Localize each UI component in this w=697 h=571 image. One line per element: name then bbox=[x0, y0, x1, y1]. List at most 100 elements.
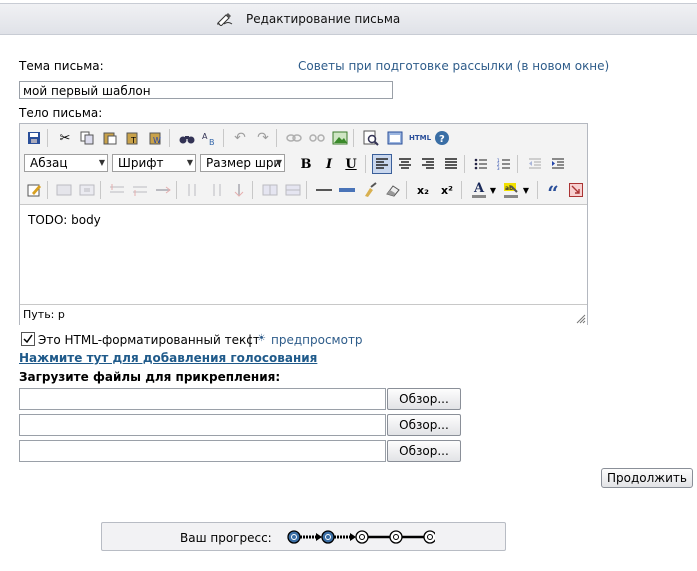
col-after-icon[interactable] bbox=[207, 181, 225, 199]
editor-toolbar: ✂ T W AB ↶ ↷ HTML ? Абзац ▼ Шрифт ▼ Размер… bbox=[20, 124, 587, 205]
undo-icon[interactable]: ↶ bbox=[231, 129, 249, 147]
element-path: Путь: p bbox=[23, 308, 65, 321]
browse-button-1[interactable]: Обзор... bbox=[387, 388, 461, 410]
subject-input[interactable]: мой первый шаблон bbox=[19, 81, 393, 99]
fullscreen-icon[interactable] bbox=[386, 129, 404, 147]
paste-text-icon[interactable]: T bbox=[124, 129, 142, 147]
toolbar-separator bbox=[276, 129, 277, 147]
help-icon[interactable]: ? bbox=[433, 129, 451, 147]
superscript-button[interactable]: x² bbox=[438, 181, 456, 199]
svg-text:T: T bbox=[130, 136, 136, 145]
chevron-down-icon[interactable]: ▼ bbox=[489, 181, 497, 199]
color-swatch bbox=[472, 195, 486, 198]
preview-link[interactable]: предпросмотр bbox=[271, 333, 363, 347]
html-source-button[interactable]: HTML bbox=[408, 129, 432, 147]
outdent-icon[interactable] bbox=[526, 155, 544, 173]
delete-row-icon[interactable] bbox=[154, 181, 172, 199]
image-icon[interactable] bbox=[331, 129, 349, 147]
bold-button[interactable]: B bbox=[297, 155, 315, 173]
font-select[interactable]: Шрифт ▼ bbox=[112, 154, 196, 172]
chevron-down-icon[interactable]: ▼ bbox=[522, 181, 530, 199]
progress-steps bbox=[287, 530, 435, 544]
size-select[interactable]: Размер шри ▼ bbox=[200, 154, 285, 172]
redo-icon[interactable]: ↷ bbox=[254, 129, 272, 147]
align-left-icon[interactable] bbox=[372, 154, 392, 174]
svg-text:A: A bbox=[202, 132, 208, 141]
insert-break-icon[interactable] bbox=[567, 181, 585, 199]
editor-body-text: TODO: body bbox=[28, 213, 101, 227]
page-title: Редактирование письма bbox=[246, 12, 401, 26]
progress-step-pending bbox=[355, 530, 369, 544]
size-select-value: Размер шри bbox=[206, 156, 282, 170]
chevron-down-icon: ▼ bbox=[186, 158, 193, 167]
continue-button[interactable]: Продолжить bbox=[601, 468, 693, 488]
file-input-1[interactable] bbox=[19, 388, 386, 410]
paste-word-icon[interactable]: W bbox=[147, 129, 165, 147]
svg-text:B: B bbox=[209, 138, 215, 146]
advanced-hr-icon[interactable] bbox=[338, 181, 356, 199]
row-props-icon[interactable] bbox=[55, 181, 73, 199]
preview-icon[interactable] bbox=[362, 129, 380, 147]
copy-icon[interactable] bbox=[78, 129, 96, 147]
body-label: Тело письма: bbox=[19, 106, 103, 120]
toolbar-separator bbox=[517, 155, 518, 173]
toolbar-separator bbox=[365, 155, 366, 173]
merge-cells-icon[interactable] bbox=[284, 181, 302, 199]
toolbar-separator bbox=[464, 155, 465, 173]
chevron-down-icon: ▼ bbox=[275, 158, 282, 167]
toolbar-separator bbox=[100, 181, 101, 199]
remove-format-icon[interactable] bbox=[384, 181, 402, 199]
add-poll-link[interactable]: Нажмите тут для добавления голосования bbox=[19, 351, 317, 365]
resize-grip-icon[interactable] bbox=[576, 314, 586, 324]
subject-label: Тема письма: bbox=[19, 59, 104, 73]
toolbar-separator bbox=[47, 129, 48, 147]
pen-icon bbox=[217, 13, 233, 26]
col-before-icon[interactable] bbox=[184, 181, 202, 199]
save-icon[interactable] bbox=[25, 129, 43, 147]
numbered-list-icon[interactable]: 123 bbox=[495, 155, 513, 173]
paste-icon[interactable] bbox=[101, 129, 119, 147]
blockquote-button[interactable]: “ bbox=[544, 181, 562, 205]
sun-icon: ☀ bbox=[257, 333, 266, 344]
browse-button-3[interactable]: Обзор... bbox=[387, 440, 461, 462]
edit-css-icon[interactable] bbox=[25, 181, 43, 199]
font-color-button[interactable]: A bbox=[470, 181, 488, 199]
cut-icon[interactable]: ✂ bbox=[56, 129, 74, 147]
page-header: Редактирование письма bbox=[0, 3, 697, 35]
row-after-icon[interactable] bbox=[131, 181, 149, 199]
format-select[interactable]: Абзац ▼ bbox=[24, 154, 108, 172]
browse-button-2[interactable]: Обзор... bbox=[387, 414, 461, 436]
progress-arrow-icon bbox=[350, 533, 356, 541]
split-cells-icon[interactable] bbox=[261, 181, 279, 199]
file-input-3[interactable] bbox=[19, 440, 386, 462]
html-checkbox[interactable] bbox=[21, 332, 35, 346]
tips-link[interactable]: Советы при подготовке рассылки (в новом … bbox=[298, 59, 609, 73]
unlink-icon[interactable] bbox=[308, 129, 326, 147]
progress-step-done bbox=[321, 530, 335, 544]
progress-step-pending bbox=[423, 530, 435, 544]
file-input-2[interactable] bbox=[19, 414, 386, 436]
bullet-list-icon[interactable] bbox=[472, 155, 490, 173]
align-right-icon[interactable] bbox=[419, 155, 437, 173]
editor-content[interactable]: TODO: body bbox=[20, 205, 587, 303]
toolbar-separator bbox=[537, 181, 538, 199]
horizontal-rule-icon[interactable] bbox=[315, 181, 333, 199]
align-center-icon[interactable] bbox=[396, 155, 414, 173]
underline-button[interactable]: U bbox=[342, 155, 360, 173]
subscript-button[interactable]: x₂ bbox=[414, 181, 432, 199]
progress-panel: Ваш прогресс: bbox=[101, 522, 506, 551]
italic-button[interactable]: I bbox=[320, 155, 338, 173]
find-icon[interactable] bbox=[178, 129, 196, 147]
align-justify-icon[interactable] bbox=[442, 155, 460, 173]
delete-col-icon[interactable] bbox=[230, 181, 248, 199]
highlight-color-icon[interactable]: ab bbox=[502, 181, 520, 199]
toolbar-separator bbox=[353, 129, 354, 147]
link-icon[interactable] bbox=[285, 129, 303, 147]
cleanup-icon[interactable] bbox=[361, 181, 379, 199]
indent-icon[interactable] bbox=[549, 155, 567, 173]
toolbar-separator bbox=[169, 129, 170, 147]
svg-text:W: W bbox=[153, 136, 161, 145]
replace-icon[interactable]: AB bbox=[201, 129, 219, 147]
cell-props-icon[interactable] bbox=[78, 181, 96, 199]
row-before-icon[interactable] bbox=[108, 181, 126, 199]
